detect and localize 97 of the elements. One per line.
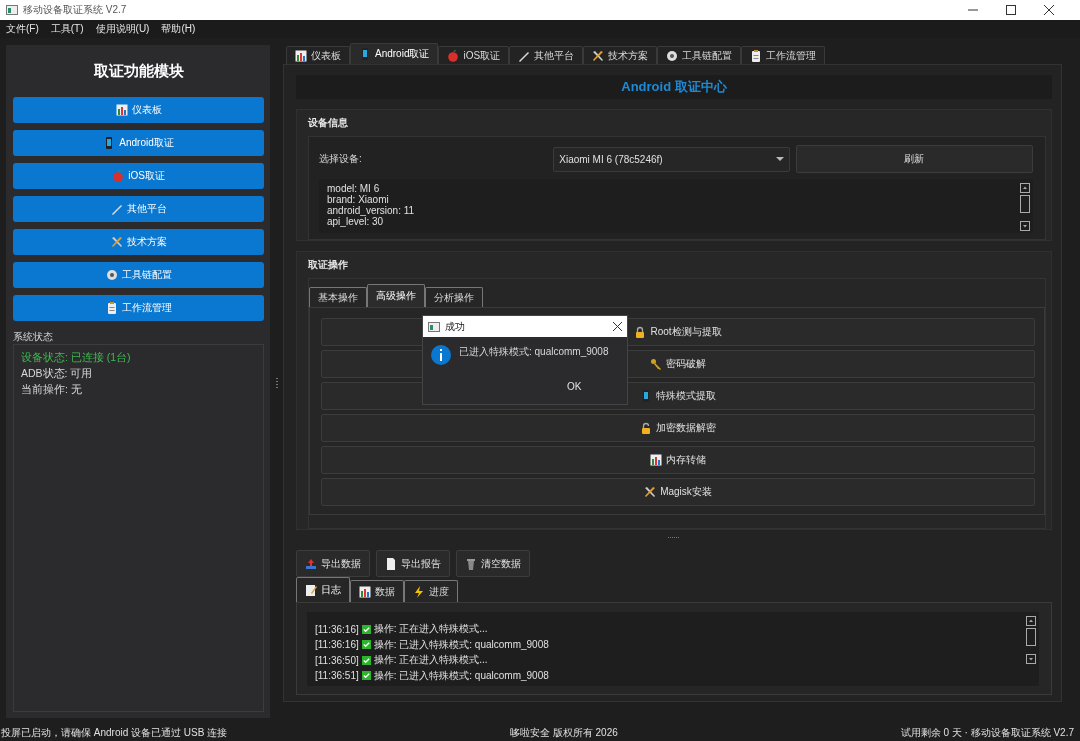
- menu-item[interactable]: 帮助(H): [160, 21, 197, 37]
- tab[interactable]: 进度: [404, 580, 458, 602]
- key-icon: [650, 358, 662, 370]
- gear-icon: [666, 49, 679, 62]
- bar-chart-icon: [115, 104, 128, 116]
- fruit-icon: [112, 170, 125, 182]
- module-button[interactable]: 技术方案: [13, 229, 264, 255]
- lock-icon: [634, 326, 647, 338]
- tools-icon: [110, 236, 123, 248]
- pen-icon: [110, 203, 123, 215]
- bar-chart-icon: [295, 49, 307, 62]
- tab[interactable]: 工作流管理: [741, 46, 826, 64]
- tab[interactable]: 日志: [296, 577, 350, 602]
- bar-chart-icon: [359, 585, 371, 598]
- module-button[interactable]: 仪表板: [13, 97, 264, 123]
- action-button[interactable]: 清空数据: [456, 550, 530, 577]
- tab[interactable]: Android取证: [350, 43, 439, 64]
- bar-chart-icon: [650, 454, 662, 466]
- unlocked-lock-icon: [640, 422, 652, 434]
- log-message: 操作: 已进入特殊模式: qualcomm_9008: [373, 668, 549, 683]
- clipboard-icon: [750, 49, 763, 62]
- copyright-text: 哆啦安全 版权所有 2026: [510, 726, 618, 740]
- module-button[interactable]: 工具链配置: [13, 262, 264, 288]
- field-label: 选择设备:: [319, 152, 363, 166]
- log-message: 操作: 正在进入特殊模式...: [373, 653, 488, 667]
- lightning-icon: [413, 585, 425, 598]
- clipboard-icon: [105, 302, 118, 314]
- app-icon: [6, 5, 18, 15]
- phone-icon: [640, 390, 652, 402]
- sidebar-title: 取证功能模块: [92, 60, 185, 81]
- fruit-icon: [447, 49, 460, 62]
- ok-button[interactable]: OK: [563, 379, 586, 394]
- info-line: brand: Xiaomi: [327, 194, 390, 205]
- tab[interactable]: 分析操作: [425, 287, 483, 307]
- menu-item[interactable]: 文件(F): [5, 21, 40, 37]
- tab[interactable]: 数据: [350, 580, 404, 602]
- memo-icon: [305, 584, 317, 596]
- status-message: 投屏已启动，请确保 Android 设备已通过 USB 连接: [1, 726, 228, 740]
- menu-item[interactable]: 工具(T): [49, 21, 85, 37]
- module-button[interactable]: iOS取证: [13, 163, 264, 189]
- tab[interactable]: 其他平台: [509, 46, 584, 64]
- check-icon: [361, 624, 371, 634]
- status-line: ADB状态: 可用: [21, 367, 93, 379]
- tab[interactable]: 技术方案: [583, 46, 658, 64]
- operation-button[interactable]: Magisk安装: [321, 478, 1035, 506]
- trash-icon: [465, 557, 477, 570]
- check-icon: [361, 640, 371, 649]
- tab[interactable]: 仪表板: [286, 46, 350, 64]
- info-line: android_version: 11: [327, 205, 415, 216]
- refresh-button[interactable]: 刷新: [795, 145, 1033, 173]
- dialog-title: 成功: [445, 319, 465, 334]
- status-line: 设备状态: 已连接 (1台): [21, 351, 131, 363]
- pen-icon: [518, 49, 531, 62]
- info-line: api_level: 30: [327, 216, 385, 227]
- tab[interactable]: iOS取证: [438, 46, 510, 64]
- tab[interactable]: 基本操作: [309, 287, 367, 307]
- action-button[interactable]: 导出数据: [296, 550, 370, 577]
- check-icon: [361, 655, 371, 665]
- window-title: 移动设备取证系统 V2.7: [23, 3, 127, 17]
- log-message: 操作: 正在进入特殊模式...: [373, 622, 488, 636]
- operation-button[interactable]: 加密数据解密: [321, 414, 1035, 442]
- log-time: [11:36:16]: [315, 639, 359, 650]
- maximize-icon[interactable]: [1006, 5, 1016, 15]
- scrollbar[interactable]: [1020, 183, 1030, 231]
- group-title: 设备信息: [308, 116, 349, 130]
- tools-icon: [644, 486, 657, 498]
- info-line: model: MI 6: [327, 183, 381, 194]
- scrollbar[interactable]: [1026, 616, 1036, 664]
- close-icon[interactable]: [1044, 5, 1054, 15]
- log-message: 操作: 已进入特殊模式: qualcomm_9008: [373, 637, 549, 652]
- tab[interactable]: 高级操作: [367, 284, 425, 307]
- module-button[interactable]: 工作流管理: [13, 295, 264, 321]
- device-dropdown[interactable]: Xiaomi MI 6 (78c5246f): [553, 146, 790, 172]
- info-icon: [431, 345, 451, 365]
- operation-button[interactable]: 内存转储: [321, 446, 1035, 474]
- menu-item[interactable]: 使用说明(U): [94, 21, 151, 37]
- caret-icon: [775, 157, 784, 161]
- status-line: 当前操作: 无: [21, 383, 82, 395]
- tools-icon: [592, 49, 605, 62]
- log-time: [11:36:16]: [315, 623, 359, 635]
- phone-icon: [359, 48, 371, 60]
- action-button[interactable]: 导出报告: [376, 550, 450, 577]
- tab[interactable]: 工具链配置: [657, 46, 742, 64]
- check-icon: [361, 671, 371, 680]
- close-icon[interactable]: [613, 322, 622, 331]
- group-title: 取证操作: [308, 258, 349, 272]
- module-button[interactable]: 其他平台: [13, 196, 264, 222]
- page-header: Android 取证中心: [296, 75, 1052, 99]
- log-time: [11:36:51]: [315, 670, 359, 681]
- document-icon: [385, 557, 397, 570]
- gear-icon: [105, 269, 118, 281]
- upload-tray-icon: [305, 557, 317, 570]
- section-title: 系统状态: [13, 330, 54, 344]
- version-text: 试用剩余 0 天 · 移动设备取证系统 V2.7: [900, 726, 1074, 740]
- app-icon: [428, 321, 440, 332]
- module-button[interactable]: Android取证: [13, 130, 264, 156]
- log-time: [11:36:50]: [315, 654, 359, 666]
